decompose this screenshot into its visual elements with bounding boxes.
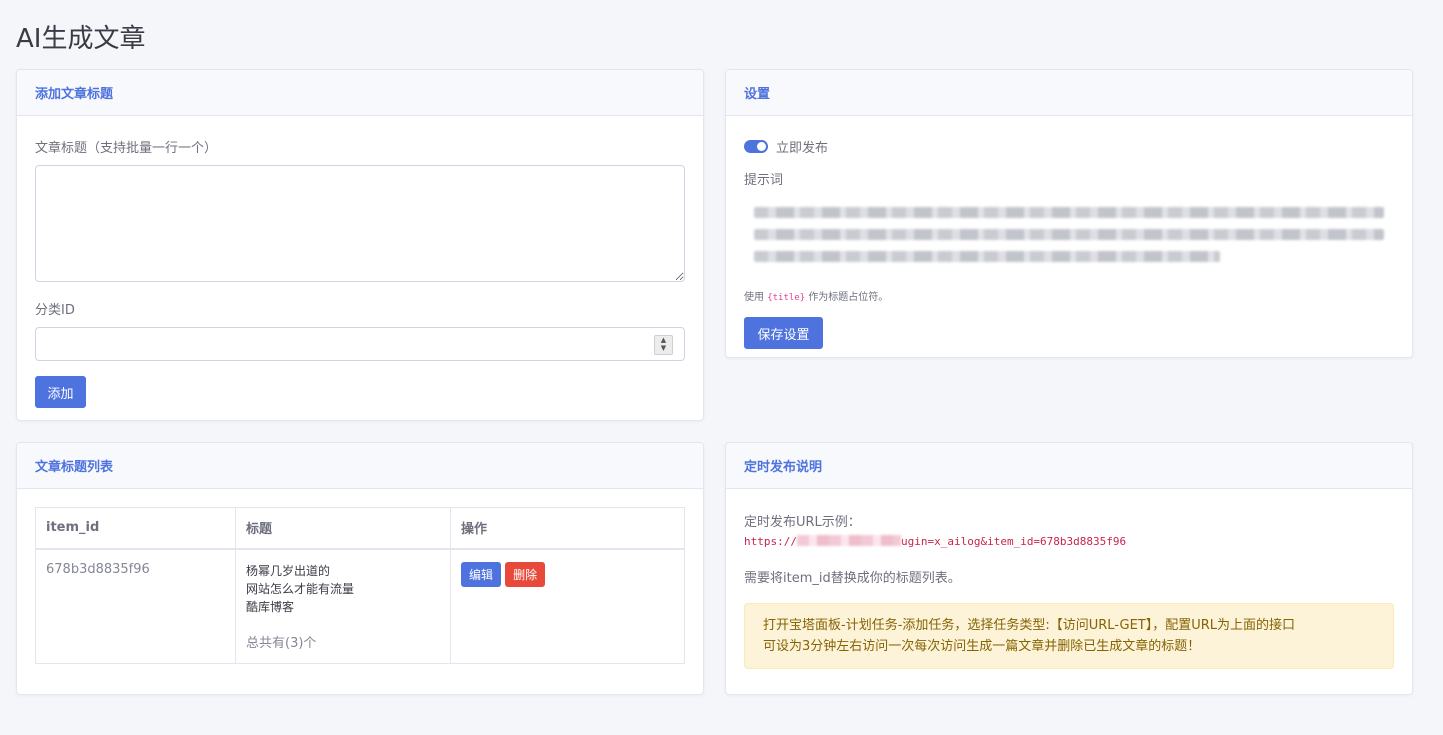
- edit-button[interactable]: 编辑: [461, 561, 502, 587]
- prompt-redacted-line: [754, 207, 1384, 218]
- column-header-title: 标题: [235, 507, 451, 550]
- url-prefix: https://: [744, 535, 797, 548]
- number-spinner-icon[interactable]: ▲ ▼: [654, 335, 673, 355]
- toggle-knob: [757, 142, 766, 151]
- prompt-redacted-line: [754, 251, 1221, 262]
- actions-cell: 编辑 删除: [450, 548, 685, 664]
- add-title-card: 添加文章标题 文章标题（支持批量一行一个） 分类ID ▲ ▼ 添加: [16, 69, 704, 421]
- category-id-field[interactable]: ▲ ▼: [35, 327, 685, 361]
- settings-card: 设置 立即发布 提示词 使用 {title} 作为标题占位符。 保存设置: [725, 69, 1413, 358]
- title-total-count: 总共有(3)个: [246, 635, 317, 651]
- add-button[interactable]: 添加: [35, 376, 86, 408]
- alert-line: 可设为3分钟左右访问一次每次访问生成一篇文章并删除已生成文章的标题！: [763, 639, 1201, 654]
- column-header-actions: 操作: [450, 507, 685, 550]
- title-list-card-body: item_id 标题 操作 678b3d8835f96 杨幂几岁出道的 网站怎么…: [17, 489, 703, 682]
- settings-card-header: 设置: [726, 70, 1412, 116]
- category-id-label: 分类ID: [35, 303, 75, 318]
- url-redacted-segment: [796, 535, 901, 546]
- prompt-hint-prefix: 使用: [744, 292, 764, 303]
- title-list-card: 文章标题列表 item_id 标题 操作 678b3d8835f96 杨幂几岁出…: [16, 442, 704, 695]
- add-title-card-header: 添加文章标题: [17, 70, 703, 116]
- item-id-replace-note: 需要将item_id替换成你的标题列表。: [744, 571, 961, 586]
- item-id-cell: 678b3d8835f96: [35, 548, 236, 664]
- schedule-url-example: https:// ugin=x_ailog&item_id=678b3d8835f…: [744, 535, 1394, 548]
- table-header-row: item_id 标题 操作: [35, 507, 685, 550]
- prompt-hint-suffix: 作为标题占位符。: [808, 292, 889, 303]
- titles-cell: 杨幂几岁出道的 网站怎么才能有流量 酷库博客 总共有(3)个: [235, 548, 451, 664]
- save-settings-button[interactable]: 保存设置: [744, 317, 823, 349]
- schedule-info-card-body: 定时发布URL示例： https:// ugin=x_ailog&item_id=…: [726, 489, 1412, 687]
- table-row: 678b3d8835f96 杨幂几岁出道的 网站怎么才能有流量 酷库博客 总共有…: [35, 548, 685, 664]
- add-title-card-body: 文章标题（支持批量一行一个） 分类ID ▲ ▼ 添加: [17, 116, 703, 420]
- title-list: 杨幂几岁出道的 网站怎么才能有流量 酷库博客: [246, 562, 440, 616]
- category-id-input[interactable]: [36, 328, 640, 360]
- titles-textarea[interactable]: [35, 165, 685, 282]
- prompt-redacted-line: [754, 229, 1384, 240]
- cron-setup-alert: 打开宝塔面板-计划任务-添加任务，选择任务类型:【访问URL-GET】，配置UR…: [744, 603, 1394, 669]
- publish-toggle-label: 立即发布: [776, 141, 829, 156]
- prompt-hint: 使用 {title} 作为标题占位符。: [744, 288, 1394, 303]
- schedule-info-card-header: 定时发布说明: [726, 443, 1412, 489]
- publish-toggle[interactable]: [744, 140, 768, 153]
- column-header-item-id: item_id: [35, 507, 236, 550]
- publish-toggle-row: 立即发布: [744, 137, 1394, 156]
- page-title: AI生成文章: [16, 24, 146, 54]
- title-item: 网站怎么才能有流量: [246, 581, 355, 596]
- alert-line: 打开宝塔面板-计划任务-添加任务，选择任务类型:【访问URL-GET】，配置UR…: [763, 618, 1296, 633]
- prompt-textarea[interactable]: [744, 196, 1394, 282]
- title-input-label: 文章标题（支持批量一行一个）: [35, 141, 218, 156]
- schedule-url-label: 定时发布URL示例：: [744, 515, 861, 530]
- url-suffix: ugin=x_ailog&item_id=678b3d8835f96: [900, 535, 1127, 548]
- title-table: item_id 标题 操作 678b3d8835f96 杨幂几岁出道的 网站怎么…: [35, 507, 685, 664]
- prompt-label: 提示词: [744, 173, 784, 188]
- settings-card-body: 立即发布 提示词 使用 {title} 作为标题占位符。 保存设置: [726, 116, 1412, 357]
- title-item: 杨幂几岁出道的: [246, 563, 331, 578]
- title-item: 酷库博客: [246, 599, 295, 614]
- title-list-card-header: 文章标题列表: [17, 443, 703, 489]
- schedule-info-card: 定时发布说明 定时发布URL示例： https:// ugin=x_ailog&i…: [725, 442, 1413, 695]
- title-placeholder-token: {title}: [767, 293, 806, 303]
- delete-button[interactable]: 删除: [505, 561, 546, 587]
